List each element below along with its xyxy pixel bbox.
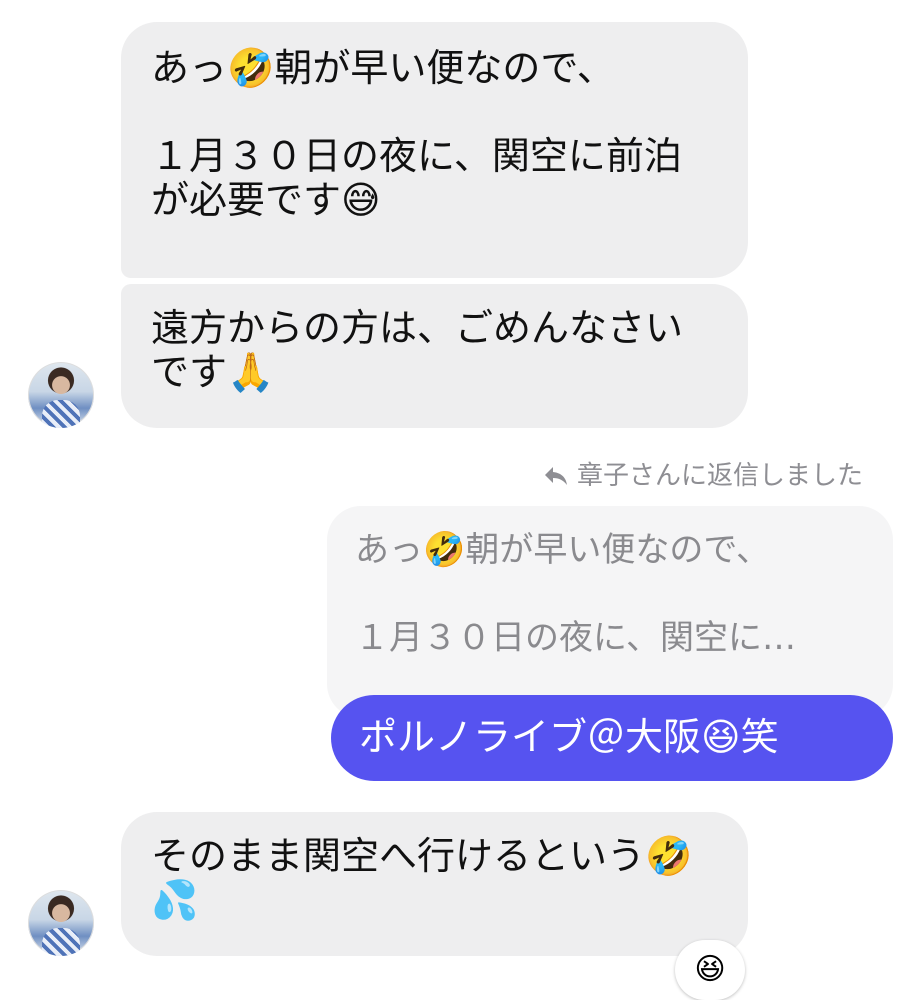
incoming-message-bubble[interactable]: そのまま関空へ行けるという🤣💦: [121, 812, 748, 956]
avatar-photo-detail: [42, 928, 80, 956]
user-avatar[interactable]: [28, 362, 94, 428]
reply-label-text: 章子さんに返信しました: [576, 461, 863, 491]
incoming-message-bubble[interactable]: 遠方からの方は、ごめんなさいです🙏: [121, 284, 748, 428]
reply-indicator: 章子さんに返信しました: [543, 459, 863, 493]
reply-arrow-icon: [544, 467, 567, 485]
incoming-message-bubble[interactable]: あっ🤣朝が早い便なので、 １月３０日の夜に、関空に前泊が必要です😅: [121, 22, 748, 278]
user-avatar[interactable]: [28, 890, 94, 956]
message-reaction[interactable]: 😆: [675, 940, 745, 1000]
quoted-message[interactable]: あっ🤣朝が早い便なので、 １月３０日の夜に、関空に…: [327, 506, 893, 718]
outgoing-message-bubble[interactable]: ポルノライブ＠大阪😆笑: [331, 695, 893, 781]
avatar-photo-detail: [42, 400, 80, 428]
